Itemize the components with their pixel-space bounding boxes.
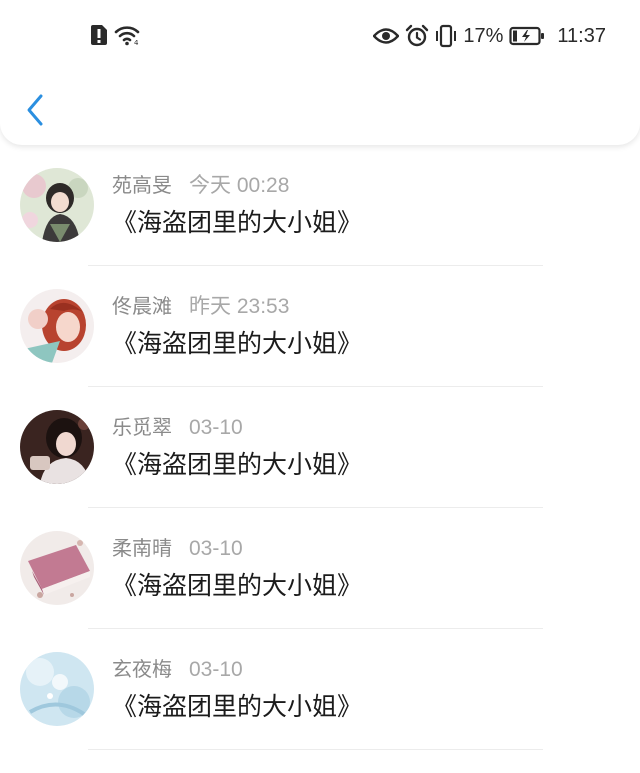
comment-time: 昨天 23:53 xyxy=(189,295,290,318)
commenter-name[interactable]: 柔南晴 xyxy=(112,534,172,562)
status-left-icons: 4 xyxy=(90,24,142,50)
clock: 11:37 xyxy=(557,25,606,47)
avatar[interactable] xyxy=(20,531,94,605)
alert-icon xyxy=(90,24,108,50)
divider xyxy=(88,749,543,750)
battery-percent: 17% xyxy=(463,25,504,47)
eye-icon xyxy=(373,27,400,45)
list-item[interactable]: 玄夜梅 03-10 《海盗团里的大小姐》 xyxy=(0,629,640,750)
name-row: 佟晨滩 昨天 23:53 xyxy=(112,292,289,321)
name-row: 玄夜梅 03-10 xyxy=(112,655,243,684)
avatar[interactable] xyxy=(20,410,94,484)
comment-text[interactable]: 《海盗团里的大小姐》 xyxy=(112,326,362,362)
comment-time: 03-10 xyxy=(189,537,243,560)
vibrate-icon xyxy=(435,24,457,48)
comment-text[interactable]: 《海盗团里的大小姐》 xyxy=(112,689,362,725)
battery-charging-icon xyxy=(509,26,545,46)
status-bar: 4 17% 11:37 xyxy=(0,0,640,74)
name-row: 柔南晴 03-10 xyxy=(112,534,243,563)
comment-time: 03-10 xyxy=(189,416,243,439)
commenter-name[interactable]: 佟晨滩 xyxy=(112,292,172,320)
comment-text[interactable]: 《海盗团里的大小姐》 xyxy=(112,205,362,241)
commenter-name[interactable]: 乐觅翠 xyxy=(112,413,172,441)
avatar[interactable] xyxy=(20,168,94,242)
comment-text[interactable]: 《海盗团里的大小姐》 xyxy=(112,568,362,604)
avatar[interactable] xyxy=(20,652,94,726)
wifi-icon: 4 xyxy=(114,24,142,50)
comment-time: 03-10 xyxy=(189,658,243,681)
name-row: 乐觅翠 03-10 xyxy=(112,413,243,442)
name-row: 苑高旻 今天 00:28 xyxy=(112,171,289,200)
alarm-icon xyxy=(405,24,429,48)
comment-list: 苑高旻 今天 00:28 《海盗团里的大小姐》 佟晨滩 昨天 23:53 《海盗… xyxy=(0,145,640,750)
commenter-name[interactable]: 苑高旻 xyxy=(112,171,172,199)
back-button[interactable] xyxy=(22,92,50,128)
list-item[interactable]: 柔南晴 03-10 《海盗团里的大小姐》 xyxy=(0,508,640,629)
list-item[interactable]: 佟晨滩 昨天 23:53 《海盗团里的大小姐》 xyxy=(0,266,640,387)
status-right-icons: 17% 11:37 xyxy=(373,24,606,48)
list-item[interactable]: 苑高旻 今天 00:28 《海盗团里的大小姐》 xyxy=(0,145,640,266)
avatar[interactable] xyxy=(20,289,94,363)
chevron-left-icon xyxy=(22,94,50,132)
commenter-name[interactable]: 玄夜梅 xyxy=(112,655,172,683)
svg-text:4: 4 xyxy=(134,39,139,46)
top-area: 4 17% 11:37 xyxy=(0,0,640,145)
comment-text[interactable]: 《海盗团里的大小姐》 xyxy=(112,447,362,483)
list-item[interactable]: 乐觅翠 03-10 《海盗团里的大小姐》 xyxy=(0,387,640,508)
comment-time: 今天 00:28 xyxy=(189,174,290,197)
